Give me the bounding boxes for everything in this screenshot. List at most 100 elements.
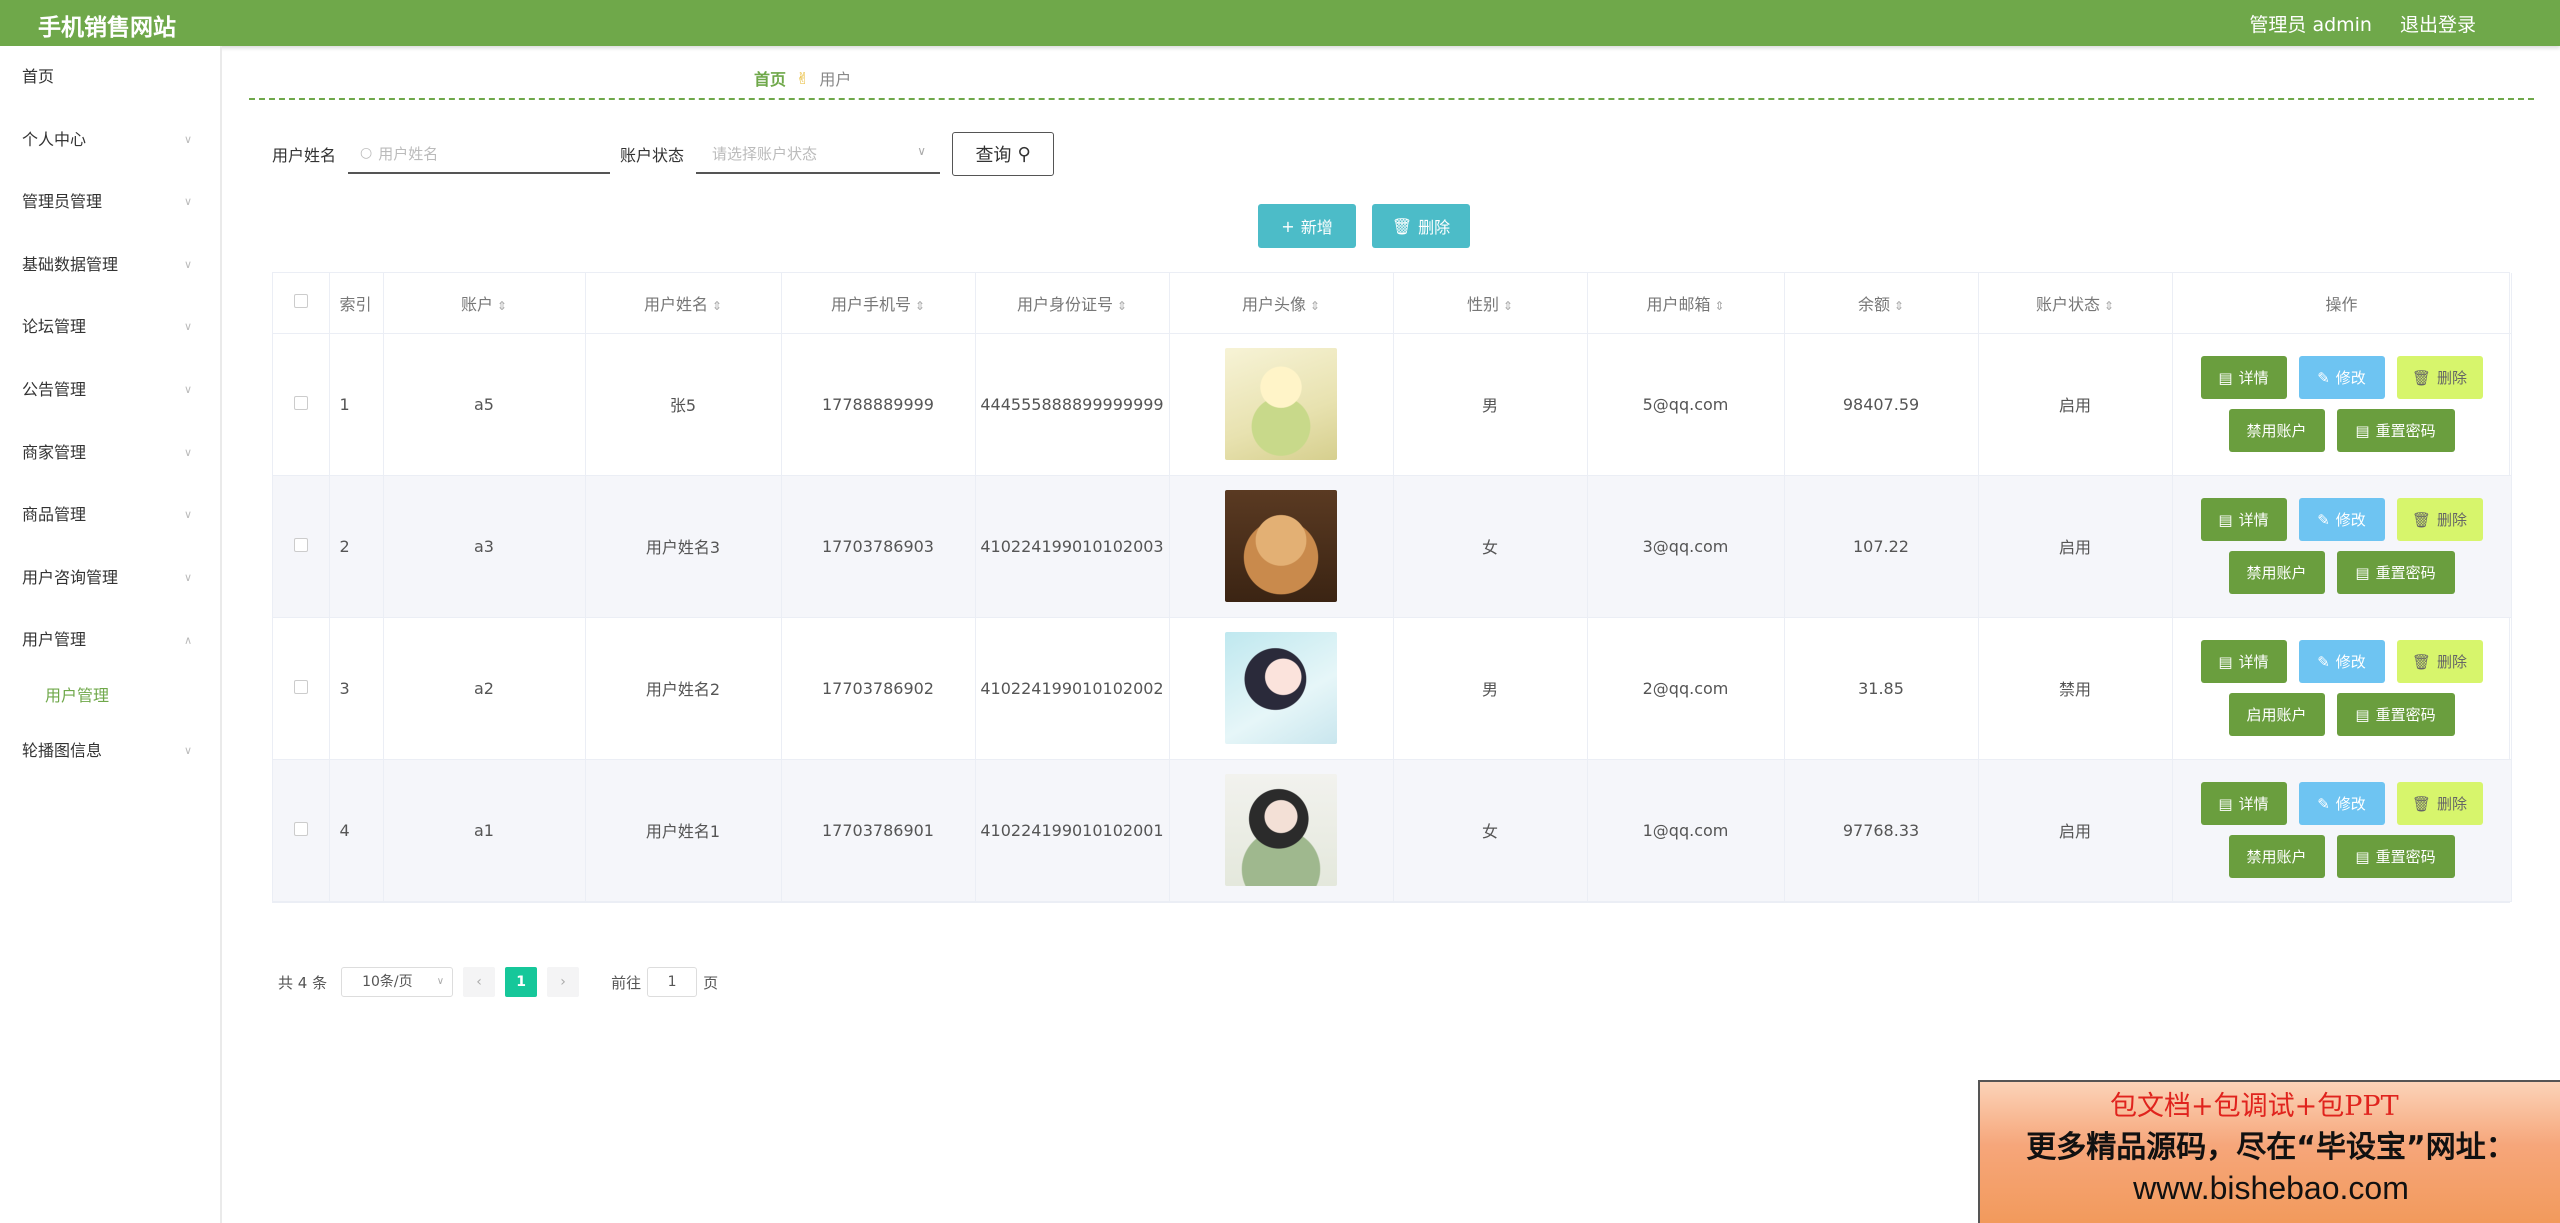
detail-button[interactable]: ▤ 详情	[2200, 782, 2287, 825]
edit-button-label: 修改	[2335, 653, 2366, 671]
row-checkbox[interactable]	[293, 821, 308, 836]
sidebar-item-label: 论坛管理	[22, 317, 87, 337]
sidebar-item-home[interactable]: 首页	[0, 46, 220, 109]
sidebar-item-goods[interactable]: 商品管理 ∨	[0, 484, 220, 547]
delete-button[interactable]: 🗑 删除	[2396, 782, 2483, 825]
add-button-label: 新增	[1300, 218, 1333, 237]
detail-button-label: 详情	[2238, 511, 2269, 529]
delete-button-label: 删除	[1418, 218, 1451, 237]
cell-account: a5	[383, 333, 586, 476]
detail-button[interactable]: ▤ 详情	[2200, 640, 2287, 683]
cell-phone: 17788889999	[781, 333, 976, 476]
cell-avatar	[1169, 333, 1394, 476]
column-header: 索引	[329, 273, 384, 334]
row-checkbox[interactable]	[293, 395, 308, 410]
column-header-sortable[interactable]: 用户邮箱	[1587, 273, 1785, 334]
delete-button[interactable]: 🗑 删除	[2396, 640, 2483, 683]
cell-idcard: 444555888899999999	[975, 333, 1170, 476]
delete-button[interactable]: 🗑 删除	[2396, 356, 2483, 399]
sidebar-item-admins[interactable]: 管理员管理 ∨	[0, 171, 220, 234]
cell-account: a3	[383, 475, 586, 618]
sidebar-item-consult[interactable]: 用户咨询管理 ∨	[0, 547, 220, 610]
document-icon: ▤	[2355, 705, 2370, 724]
sidebar-item-forum[interactable]: 论坛管理 ∨	[0, 296, 220, 359]
edit-button[interactable]: ✎ 修改	[2298, 498, 2385, 541]
batch-delete-button[interactable]: 🗑 删除	[1372, 204, 1470, 248]
page-unit-label: 页	[703, 973, 719, 992]
page-number-button[interactable]: 1	[505, 967, 538, 997]
name-search-input[interactable]: ○ 用户姓名	[348, 134, 611, 174]
sidebar-item-notice[interactable]: 公告管理 ∨	[0, 359, 220, 422]
detail-button[interactable]: ▤ 详情	[2200, 356, 2287, 399]
column-header-sortable[interactable]: 用户手机号	[781, 273, 976, 334]
prev-page-button[interactable]: ‹	[463, 967, 496, 997]
cell-gender: 男	[1393, 333, 1588, 476]
column-header-sortable[interactable]: 用户头像	[1169, 273, 1394, 334]
cell-balance: 97768.33	[1784, 759, 1979, 902]
sidebar-item-merchant[interactable]: 商家管理 ∨	[0, 422, 220, 485]
column-header-sortable[interactable]: 性别	[1393, 273, 1588, 334]
table-header-row: 索引 账户 用户姓名 用户手机号 用户身份证号 用户头像 性别 用户邮箱 余额 …	[273, 273, 2512, 334]
column-header-sortable[interactable]: 账户	[383, 273, 586, 334]
sidebar-item-profile[interactable]: 个人中心 ∨	[0, 109, 220, 172]
column-header-sortable[interactable]: 用户姓名	[585, 273, 782, 334]
reset-password-button[interactable]: ▤ 重置密码	[2336, 693, 2455, 736]
chevron-down-icon: ∨	[183, 320, 192, 334]
column-header-sortable[interactable]: 账户状态	[1978, 273, 2173, 334]
query-button[interactable]: 查询 ⚲	[952, 132, 1055, 176]
detail-button[interactable]: ▤ 详情	[2200, 498, 2287, 541]
reset-password-button[interactable]: ▤ 重置密码	[2336, 409, 2455, 452]
goto-label: 前往	[611, 973, 642, 992]
avatar[interactable]	[1225, 632, 1337, 744]
admin-user-label[interactable]: 管理员 admin	[2249, 10, 2372, 37]
reset-password-label: 重置密码	[2375, 706, 2436, 724]
cell-account: a2	[383, 617, 586, 760]
column-header-sortable[interactable]: 用户身份证号	[975, 273, 1170, 334]
column-header-sortable[interactable]: 余额	[1784, 273, 1979, 334]
document-icon: ▤	[2218, 652, 2233, 671]
logout-link[interactable]: 退出登录	[2400, 10, 2476, 37]
document-icon: ▤	[2218, 510, 2233, 529]
cell-phone: 17703786901	[781, 759, 976, 902]
goto-page-input[interactable]: 1	[647, 967, 698, 997]
toggle-account-button[interactable]: 启用账户	[2228, 693, 2325, 736]
sidebar-item-carousel[interactable]: 轮播图信息 ∨	[0, 720, 220, 783]
cell-idcard: 410224199010102001	[975, 759, 1170, 902]
edit-button[interactable]: ✎ 修改	[2298, 640, 2385, 683]
toggle-account-button[interactable]: 禁用账户	[2228, 409, 2325, 452]
reset-password-button[interactable]: ▤ 重置密码	[2336, 835, 2455, 878]
page-size-select[interactable]: 10条/页 ∨	[341, 967, 454, 997]
chevron-down-icon: ∨	[183, 508, 192, 522]
cell-index: 4	[329, 759, 384, 902]
sidebar-item-basic-data[interactable]: 基础数据管理 ∨	[0, 234, 220, 297]
next-page-button[interactable]: ›	[547, 967, 580, 997]
delete-button-label: 删除	[2437, 369, 2468, 387]
status-select[interactable]: 请选择账户状态 ∨	[696, 134, 941, 174]
column-header: 操作	[2172, 273, 2512, 334]
plus-icon: +	[1281, 216, 1295, 236]
row-checkbox[interactable]	[293, 679, 308, 694]
pencil-icon: ✎	[2317, 368, 2330, 387]
add-button[interactable]: + 新增	[1258, 204, 1356, 248]
trash-icon: 🗑	[2411, 510, 2432, 529]
edit-button[interactable]: ✎ 修改	[2298, 356, 2385, 399]
row-checkbox[interactable]	[293, 537, 308, 552]
chevron-down-icon: ∨	[183, 257, 192, 271]
reset-password-button[interactable]: ▤ 重置密码	[2336, 551, 2455, 594]
avatar[interactable]	[1225, 348, 1337, 460]
reset-password-label: 重置密码	[2375, 564, 2436, 582]
cell-email: 1@qq.com	[1587, 759, 1785, 902]
cell-operations: ▤ 详情 ✎ 修改 🗑 删除 禁用账户 ▤ 重置密码	[2172, 333, 2512, 476]
toggle-account-button[interactable]: 禁用账户	[2228, 551, 2325, 594]
select-all-checkbox[interactable]	[293, 294, 308, 309]
avatar[interactable]	[1225, 490, 1337, 602]
edit-button[interactable]: ✎ 修改	[2298, 782, 2385, 825]
sidebar-item-users[interactable]: 用户管理 ∨	[0, 609, 220, 672]
toggle-account-button[interactable]: 禁用账户	[2228, 835, 2325, 878]
sidebar-subitem-user-manage[interactable]: 用户管理	[0, 672, 220, 720]
breadcrumb-home[interactable]: 首页	[754, 66, 786, 90]
cell-status: 启用	[1978, 759, 2173, 902]
detail-button-label: 详情	[2238, 369, 2269, 387]
delete-button[interactable]: 🗑 删除	[2396, 498, 2483, 541]
avatar[interactable]	[1225, 774, 1337, 886]
